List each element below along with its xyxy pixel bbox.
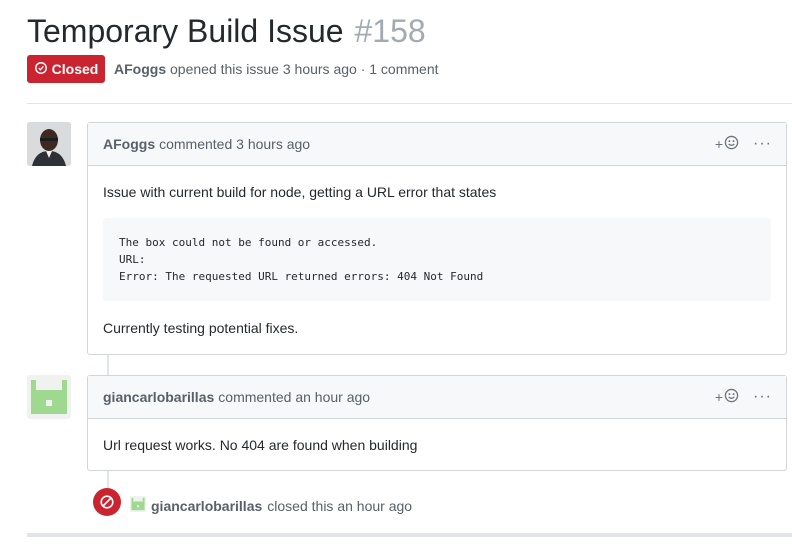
- code-line: The box could not be found or accessed.: [119, 236, 378, 249]
- timeline-connector: [107, 355, 109, 375]
- comment-body: Issue with current build for node, getti…: [88, 184, 786, 336]
- timeline-end-bar: [27, 533, 792, 537]
- comment-text: Issue with current build for node, getti…: [103, 184, 497, 200]
- closed-event: giancarlobarillas closed this an hour ag…: [130, 496, 412, 515]
- issue-title: Temporary Build Issue #158: [27, 10, 426, 52]
- comment-timestamp[interactable]: commented 3 hours ago: [159, 136, 310, 152]
- comment: giancarlobarillas commented an hour ago …: [87, 375, 787, 471]
- event-text: closed this an hour ago: [267, 497, 413, 514]
- timeline-connector: [107, 471, 109, 489]
- comment-actions: + ···: [715, 123, 772, 165]
- comment-timestamp[interactable]: commented an hour ago: [218, 389, 370, 405]
- smiley-icon: [724, 135, 739, 153]
- smiley-icon: [724, 388, 739, 406]
- issue-title-text: Temporary Build Issue: [27, 13, 344, 49]
- comment: AFoggs commented 3 hours ago + ··· Issue…: [87, 122, 787, 355]
- code-line: URL:: [119, 253, 146, 266]
- comment-header: giancarlobarillas commented an hour ago …: [88, 376, 786, 419]
- avatar[interactable]: [27, 122, 71, 166]
- comment-header: AFoggs commented 3 hours ago + ···: [88, 123, 786, 166]
- comment-text: Url request works. No 404 are found when…: [103, 437, 418, 453]
- issue-opened-text: opened this issue 3 hours ago · 1 commen…: [170, 61, 439, 77]
- closed-event-icon: [93, 488, 121, 516]
- plus-label: +: [714, 389, 724, 405]
- comment-text: Currently testing potential fixes.: [103, 320, 299, 336]
- status-label: Closed: [51, 61, 99, 77]
- comment-author-link[interactable]: AFoggs: [103, 136, 155, 152]
- code-line: Error: The requested URL returned errors…: [119, 270, 484, 283]
- add-reaction-button[interactable]: +: [715, 135, 739, 153]
- more-options-button[interactable]: ···: [753, 136, 772, 152]
- plus-label: +: [714, 136, 724, 152]
- avatar[interactable]: [27, 375, 71, 419]
- add-reaction-button[interactable]: +: [715, 388, 739, 406]
- more-options-button[interactable]: ···: [753, 389, 772, 405]
- code-block: The box could not be found or accessed. …: [103, 218, 771, 301]
- closed-status-badge: Closed: [27, 55, 105, 83]
- issue-author-link[interactable]: AFoggs: [114, 61, 166, 77]
- event-actor-link[interactable]: giancarlobarillas: [151, 498, 262, 514]
- issue-meta: AFoggs opened this issue 3 hours ago · 1…: [114, 61, 439, 77]
- comment-body: Url request works. No 404 are found when…: [88, 437, 786, 453]
- issue-closed-icon: [34, 61, 48, 78]
- comment-actions: + ···: [715, 376, 772, 418]
- comment-author-link[interactable]: giancarlobarillas: [103, 389, 214, 405]
- actor-avatar[interactable]: [130, 496, 146, 515]
- issue-number: #158: [354, 13, 426, 49]
- header-divider: [27, 103, 792, 104]
